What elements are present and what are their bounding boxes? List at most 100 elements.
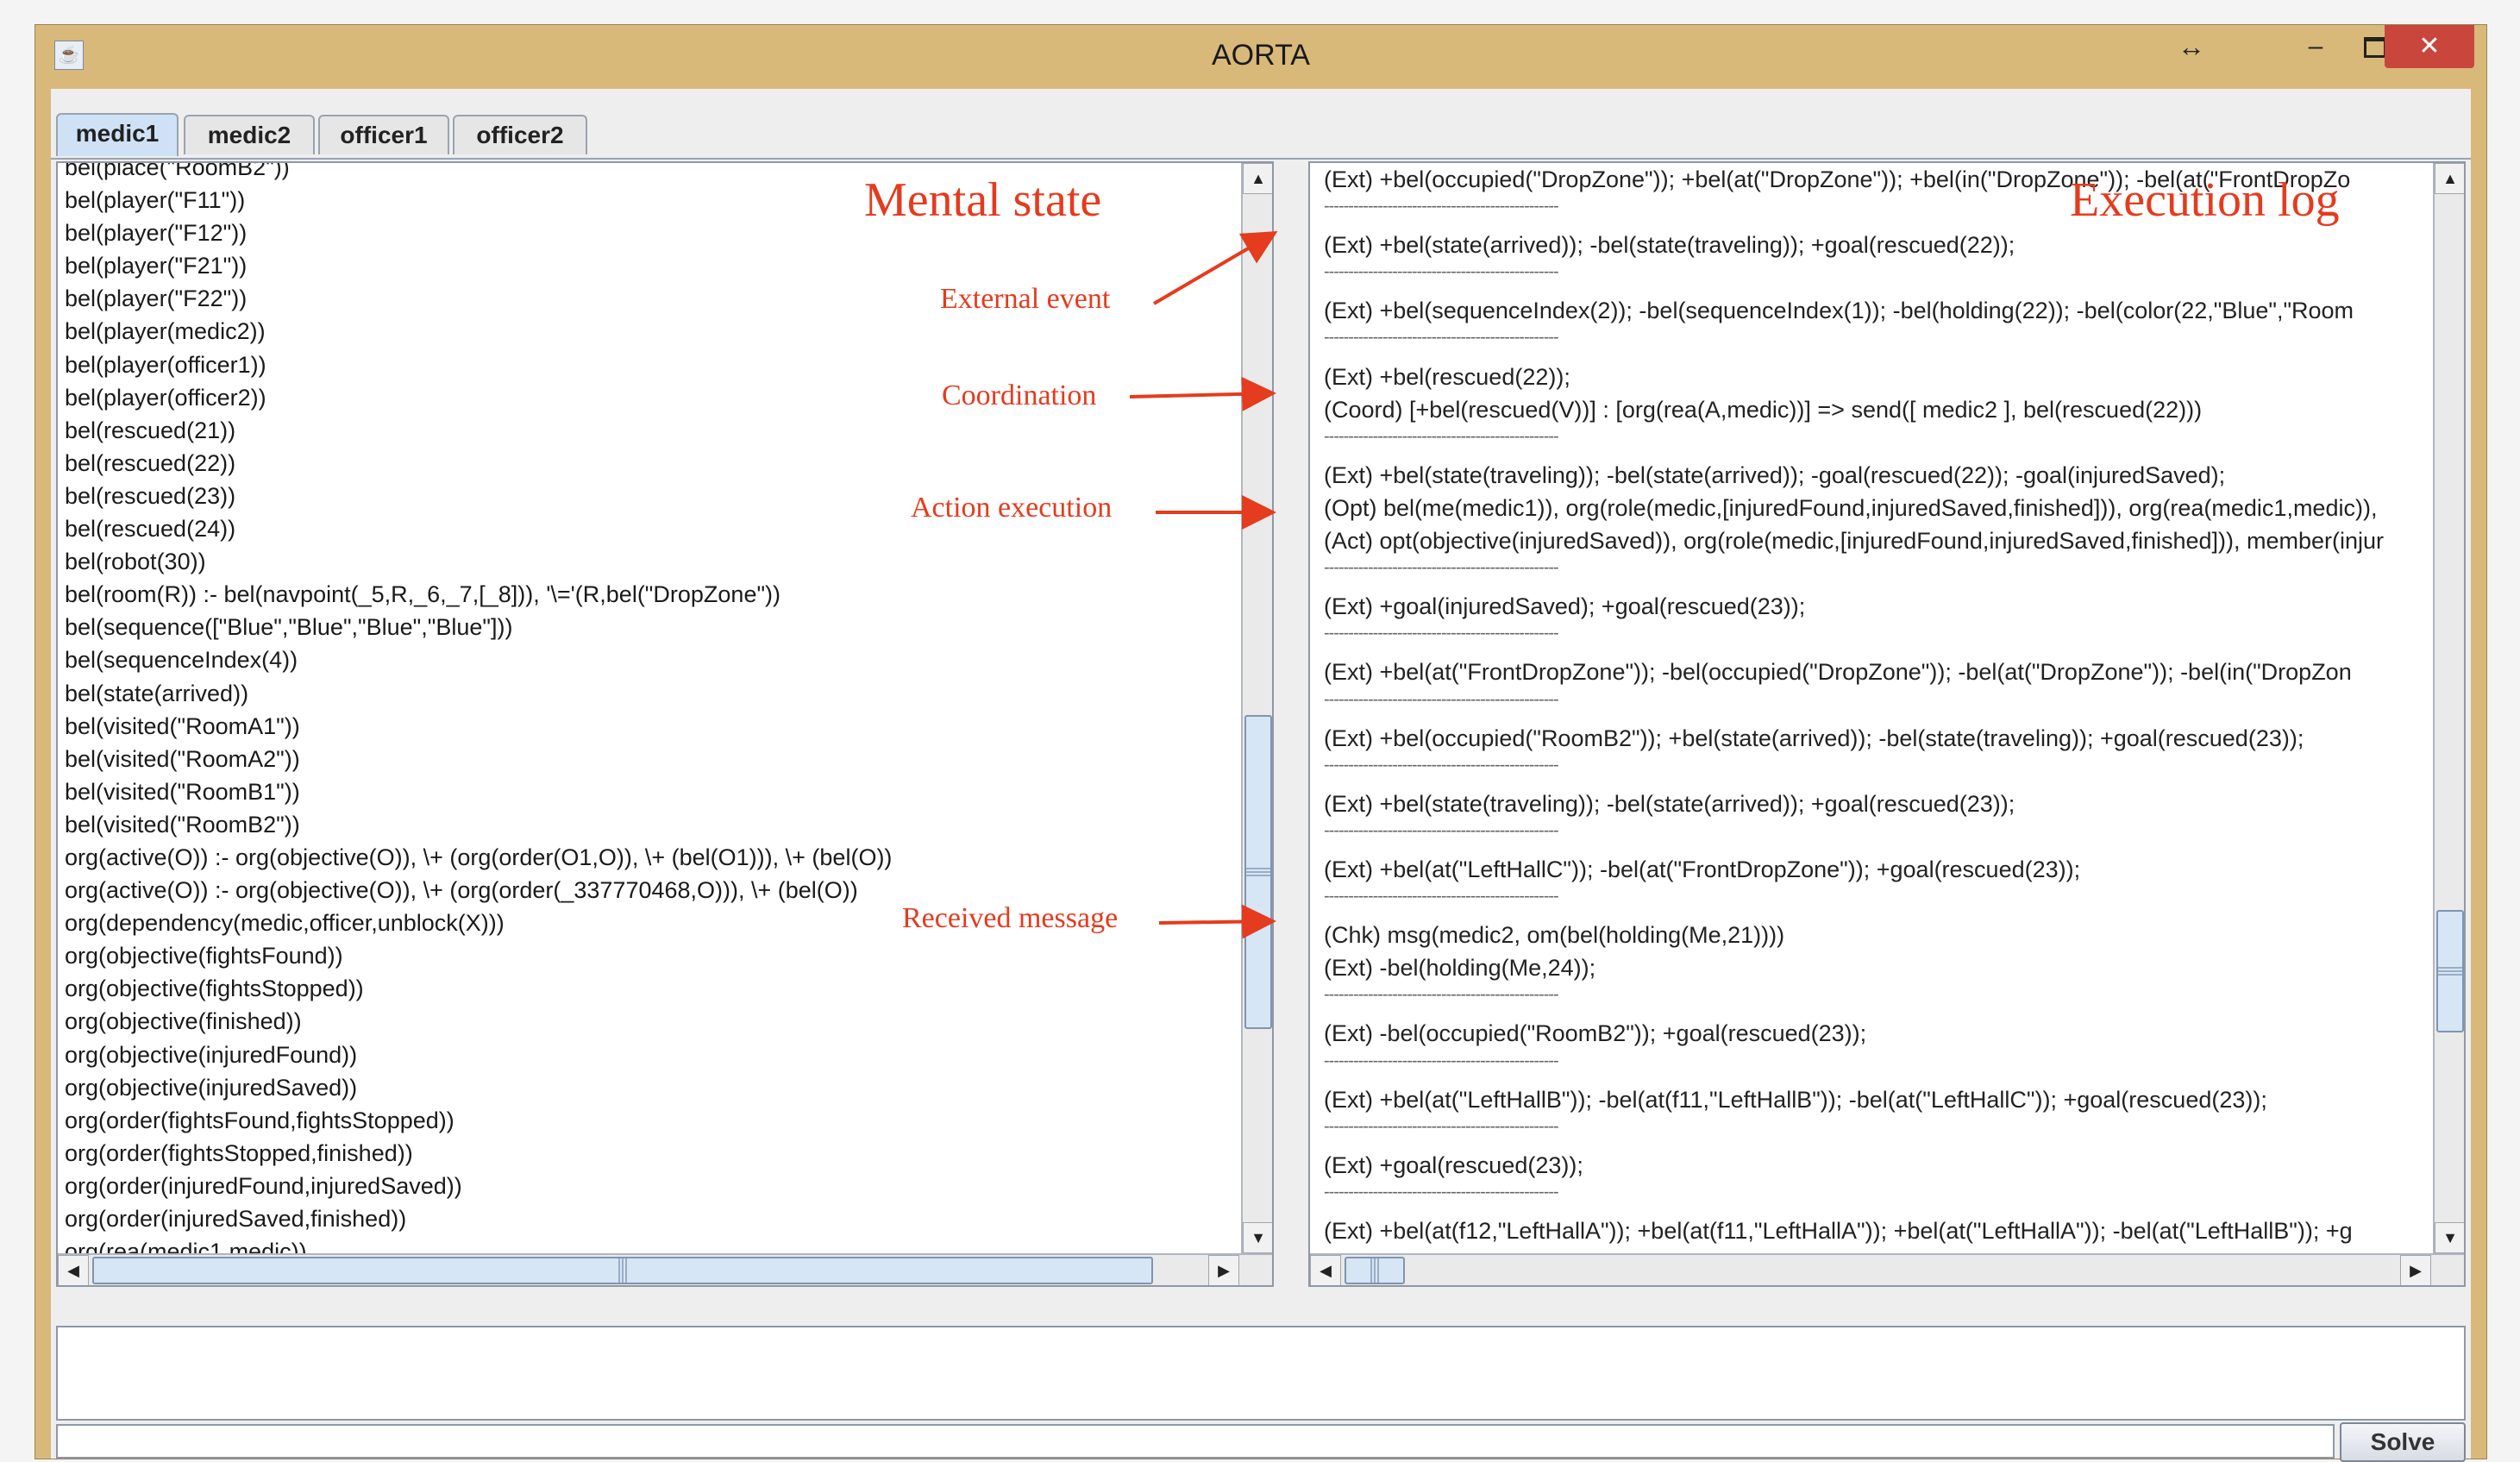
log-entry: (Ext) +bel(at("LeftHallB")); -bel(at(f11… <box>1324 1086 2267 1113</box>
scroll-right-button[interactable]: ▶ <box>1208 1255 1239 1285</box>
log-entry: (Ext) +goal(injuredSaved); +goal(rescued… <box>1324 593 1806 620</box>
command-row: Solve <box>56 1422 2466 1462</box>
window-title: AORTA <box>1212 39 1310 72</box>
mental-state-item: org(order(fightsStopped,finished)) <box>65 1139 413 1166</box>
maximize-icon <box>2364 37 2386 59</box>
mental-state-pane[interactable]: bel(place("RoomB2")) bel(player("F11")) be… <box>56 161 1274 1287</box>
log-entry: (Ext) +bel(at(f12,"LeftHallA")); +bel(at… <box>1324 1218 2353 1244</box>
split-divider[interactable] <box>1274 161 1308 1321</box>
log-separator: ----------------------------------------… <box>1324 328 1559 348</box>
close-button[interactable]: ✕ <box>2385 25 2474 68</box>
log-entry: (Ext) +bel(state(traveling)); -bel(state… <box>1324 790 2015 817</box>
mental-state-item: org(objective(injuredFound)) <box>65 1041 358 1068</box>
scroll-left-button[interactable]: ◀ <box>1310 1255 1341 1285</box>
mental-state-item: org(objective(injuredSaved)) <box>65 1074 358 1101</box>
mental-state-item: bel(sequenceIndex(4)) <box>65 647 298 674</box>
mental-state-item: bel(rescued(22)) <box>65 449 236 476</box>
log-separator: ----------------------------------------… <box>1324 624 1559 643</box>
solve-button[interactable]: Solve <box>2340 1422 2466 1462</box>
log-separator: ----------------------------------------… <box>1324 887 1559 907</box>
mental-state-item: org(active(O)) :- org(objective(O)), \+ … <box>65 844 893 870</box>
title-bar[interactable]: ☕ AORTA ↔ – ✕ <box>35 25 2486 85</box>
log-separator: ----------------------------------------… <box>1324 1051 1559 1070</box>
log-entry: (Opt) bel(me(medic1)), org(role(medic,[i… <box>1324 494 2378 521</box>
mental-state-list: bel(place("RoomB2")) bel(player("F11")) be… <box>65 163 1272 1285</box>
annotation-received-message: Received message <box>902 902 1119 934</box>
execution-log-list: (Ext) +bel(occupied("DropZone")); +bel(a… <box>1324 163 2424 1280</box>
mental-state-item: org(order(injuredFound,injuredSaved)) <box>65 1172 462 1199</box>
mental-state-item: org(order(fightsFound,fightsStopped)) <box>65 1107 454 1133</box>
log-separator: ----------------------------------------… <box>1324 1182 1559 1202</box>
mental-state-item: bel(rescued(21)) <box>65 417 236 443</box>
thumb-grip <box>2438 967 2462 976</box>
log-entry: (Act) opt(objective(injuredSaved)), org(… <box>1324 528 2385 555</box>
annotation-coordination: Coordination <box>942 380 1097 411</box>
log-entry: (Chk) msg(medic2, om(bel(holding(Me,21))… <box>1324 922 1785 949</box>
log-entry: (Ext) +bel(at("LeftHallC")); -bel(at("Fr… <box>1324 856 2081 882</box>
mental-state-item: bel(visited("RoomA1")) <box>65 712 300 739</box>
mental-state-hscrollbar[interactable]: ◀ ▶ <box>58 1253 1272 1285</box>
execution-log-hscrollbar[interactable]: ◀ ▶ <box>1310 1253 2464 1285</box>
output-text-area[interactable] <box>56 1326 2466 1421</box>
log-separator: ----------------------------------------… <box>1324 558 1559 578</box>
log-entry: (Ext) +bel(state(arrived)); -bel(state(t… <box>1324 232 2015 259</box>
annotation-mental-state: Mental state <box>864 173 1102 227</box>
mental-state-item: org(objective(fightsFound)) <box>65 943 343 969</box>
mental-state-item: bel(robot(30)) <box>65 549 206 575</box>
mental-state-item: bel(player(officer1)) <box>65 351 266 378</box>
mental-state-item: bel(player(medic2)) <box>65 318 266 345</box>
log-entry: (Ext) -bel(occupied("RoomB2")); +goal(re… <box>1324 1020 1867 1047</box>
log-separator: ----------------------------------------… <box>1324 262 1559 282</box>
log-entry: (Ext) +bel(state(traveling)); -bel(state… <box>1324 461 2226 488</box>
log-entry: (Ext) +bel(occupied("RoomB2")); +bel(sta… <box>1324 725 2304 751</box>
command-input[interactable] <box>56 1424 2335 1459</box>
annotation-action-execution: Action execution <box>911 492 1113 524</box>
log-separator: ----------------------------------------… <box>1324 820 1559 840</box>
log-separator: ----------------------------------------… <box>1324 985 1559 1005</box>
mental-state-vscrollbar[interactable]: ▲ ▼ <box>1241 163 1272 1253</box>
mental-state-item: org(objective(finished)) <box>65 1008 302 1035</box>
scroll-left-button[interactable]: ◀ <box>58 1255 89 1285</box>
scroll-thumb[interactable] <box>1244 715 1272 1029</box>
mental-state-item: bel(visited("RoomB1")) <box>65 778 300 805</box>
content-area: medic1 medic2 officer1 officer2 bel(plac… <box>51 89 2471 1462</box>
log-separator: ----------------------------------------… <box>1324 689 1559 709</box>
log-entry: (Coord) [+bel(rescued(V))] : [org(rea(A,… <box>1324 396 2203 423</box>
scroll-up-button[interactable]: ▲ <box>2435 163 2464 194</box>
mental-state-item: org(order(injuredSaved,finished)) <box>65 1206 407 1232</box>
tab-officer1[interactable]: officer1 <box>318 115 449 154</box>
resize-icon[interactable]: ↔ <box>2166 25 2217 68</box>
mental-state-item: bel(visited("RoomB2")) <box>65 811 300 838</box>
app-window: ☕ AORTA ↔ – ✕ medic1 medic2 officer1 off… <box>34 24 2487 1462</box>
tab-officer2[interactable]: officer2 <box>453 115 587 154</box>
scroll-down-button[interactable]: ▼ <box>1243 1222 1272 1253</box>
log-entry: (Ext) +bel(at("FrontDropZone")); -bel(oc… <box>1324 659 2352 686</box>
log-separator: ----------------------------------------… <box>1324 426 1559 446</box>
tab-medic1[interactable]: medic1 <box>56 113 179 156</box>
log-separator: ----------------------------------------… <box>1324 755 1559 775</box>
tab-medic2[interactable]: medic2 <box>184 115 315 154</box>
scroll-up-button[interactable]: ▲ <box>1243 163 1272 194</box>
log-entry: (Ext) -bel(holding(Me,24)); <box>1324 955 1596 982</box>
scroll-right-button[interactable]: ▶ <box>2400 1255 2431 1285</box>
h-scroll-thumb[interactable] <box>92 1257 1153 1284</box>
tab-divider <box>51 158 2471 160</box>
execution-log-vscrollbar[interactable]: ▲ ▼ <box>2433 163 2464 1253</box>
scroll-thumb[interactable] <box>2436 910 2464 1032</box>
execution-log-pane[interactable]: (Ext) +bel(occupied("DropZone")); +bel(a… <box>1308 161 2466 1287</box>
annotation-execution-log: Execution log <box>2070 173 2340 227</box>
mental-state-item: bel(visited("RoomA2")) <box>65 745 300 772</box>
h-scroll-thumb[interactable] <box>1345 1257 1405 1284</box>
mental-state-item: bel(room(R)) :- bel(navpoint(_5,R,_6,_7,… <box>65 581 781 608</box>
log-entry: (Ext) +bel(rescued(22)); <box>1324 363 1570 390</box>
annotation-external-event: External event <box>940 283 1111 315</box>
log-entry: (Ext) +bel(sequenceIndex(2)); -bel(seque… <box>1324 298 2354 324</box>
mental-state-item: org(objective(fightsStopped)) <box>65 976 364 1002</box>
scroll-down-button[interactable]: ▼ <box>2435 1222 2464 1253</box>
mental-state-item: bel(player("F21")) <box>65 253 248 279</box>
mental-state-item: bel(sequence(["Blue","Blue","Blue","Blue… <box>65 614 513 641</box>
thumb-grip <box>618 1258 627 1283</box>
mental-state-item: bel(state(arrived)) <box>65 680 249 706</box>
minimize-button[interactable]: – <box>2290 25 2341 68</box>
thumb-grip <box>1246 868 1270 876</box>
